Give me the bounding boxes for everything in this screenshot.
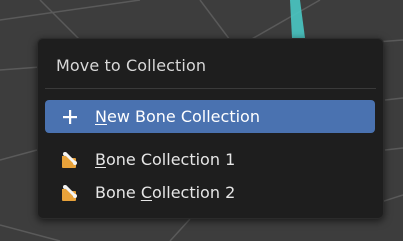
menu-item-new-bone-collection[interactable]: New Bone Collection: [45, 100, 375, 133]
menu-item-label: Bone Collection 1: [95, 150, 236, 169]
menu-item-label: Bone Collection 2: [95, 183, 236, 202]
menu-item-label: New Bone Collection: [95, 107, 260, 126]
menu-item-bone-collection-1[interactable]: Bone Collection 1: [45, 143, 375, 176]
menu-item-bone-collection-2[interactable]: Bone Collection 2: [45, 176, 375, 209]
menu-title: Move to Collection: [56, 56, 207, 75]
bone-collection-icon: [57, 148, 83, 172]
move-to-collection-menu: Move to Collection New Bone Collection B…: [37, 38, 384, 219]
bone-collection-icon: [57, 181, 83, 205]
menu-separator: [45, 88, 376, 89]
plus-icon: [57, 105, 83, 129]
